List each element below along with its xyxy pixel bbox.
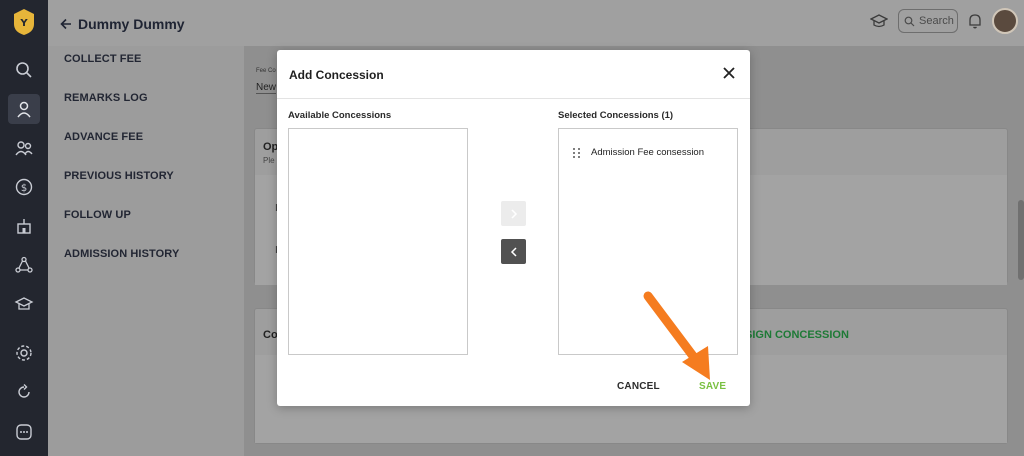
menu-item-previous-history[interactable]: PREVIOUS HISTORY (64, 170, 174, 182)
search-input[interactable]: Search (898, 9, 958, 33)
move-right-button[interactable] (501, 201, 526, 226)
close-icon[interactable] (722, 66, 736, 80)
menu-item-collect-fee[interactable]: COLLECT FEE (64, 53, 142, 65)
people-icon[interactable] (12, 136, 36, 160)
list-item[interactable]: Admission Fee consession (573, 147, 704, 158)
annotation-arrow-icon (643, 291, 710, 380)
arrow-left-icon (60, 18, 71, 30)
fee-value[interactable]: New (256, 82, 276, 94)
network-icon[interactable] (12, 253, 36, 277)
move-left-button[interactable] (501, 239, 526, 264)
side-menu: COLLECT FEE REMARKS LOG ADVANCE FEE PREV… (48, 46, 244, 456)
concession-card-title: Co (263, 329, 278, 341)
assign-concession-link[interactable]: SIGN CONCESSION (745, 329, 849, 341)
scrollbar[interactable] (1018, 200, 1024, 280)
chat-icon[interactable] (12, 420, 36, 444)
search-icon[interactable] (12, 58, 36, 82)
menu-item-advance-fee[interactable]: ADVANCE FEE (64, 131, 143, 143)
student-icon[interactable] (8, 94, 40, 124)
chevron-left-icon (510, 246, 517, 257)
available-concessions-list[interactable] (288, 128, 468, 355)
school-icon[interactable] (12, 292, 36, 316)
bell-icon[interactable] (968, 13, 982, 29)
menu-item-admission-history[interactable]: ADMISSION HISTORY (64, 248, 179, 260)
menu-item-remarks-log[interactable]: REMARKS LOG (64, 92, 148, 104)
chevron-right-icon (510, 208, 517, 219)
left-rail: Y $ (0, 0, 48, 456)
search-placeholder: Search (919, 15, 954, 27)
top-actions: Search (870, 8, 1018, 34)
modal-divider (277, 98, 750, 99)
back-link[interactable]: Dummy Dummy (60, 16, 185, 32)
menu-item-follow-up[interactable]: FOLLOW UP (64, 209, 131, 221)
drag-handle-icon[interactable] (573, 147, 581, 158)
refresh-icon[interactable] (12, 380, 36, 404)
modal-title: Add Concession (289, 68, 384, 82)
page-title: Dummy Dummy (78, 16, 185, 32)
options-card-title: Op (263, 141, 279, 153)
selected-item-label: Admission Fee consession (591, 147, 704, 158)
logo-icon[interactable]: Y (12, 8, 36, 36)
selected-concessions-label: Selected Concessions (1) (558, 110, 674, 121)
dollar-icon[interactable]: $ (12, 175, 36, 199)
graduation-cap-icon[interactable] (870, 13, 888, 29)
search-icon (904, 16, 915, 26)
avatar[interactable] (992, 8, 1018, 34)
building-icon[interactable] (12, 214, 36, 238)
fee-label: Fee Co (256, 68, 276, 74)
svg-text:$: $ (21, 183, 27, 194)
available-concessions-label: Available Concessions (288, 110, 392, 121)
gear-icon[interactable] (12, 341, 36, 365)
top-bar: Dummy Dummy Search (48, 0, 1024, 46)
svg-text:Y: Y (19, 18, 28, 29)
options-card-subtitle: Ple (263, 156, 275, 165)
